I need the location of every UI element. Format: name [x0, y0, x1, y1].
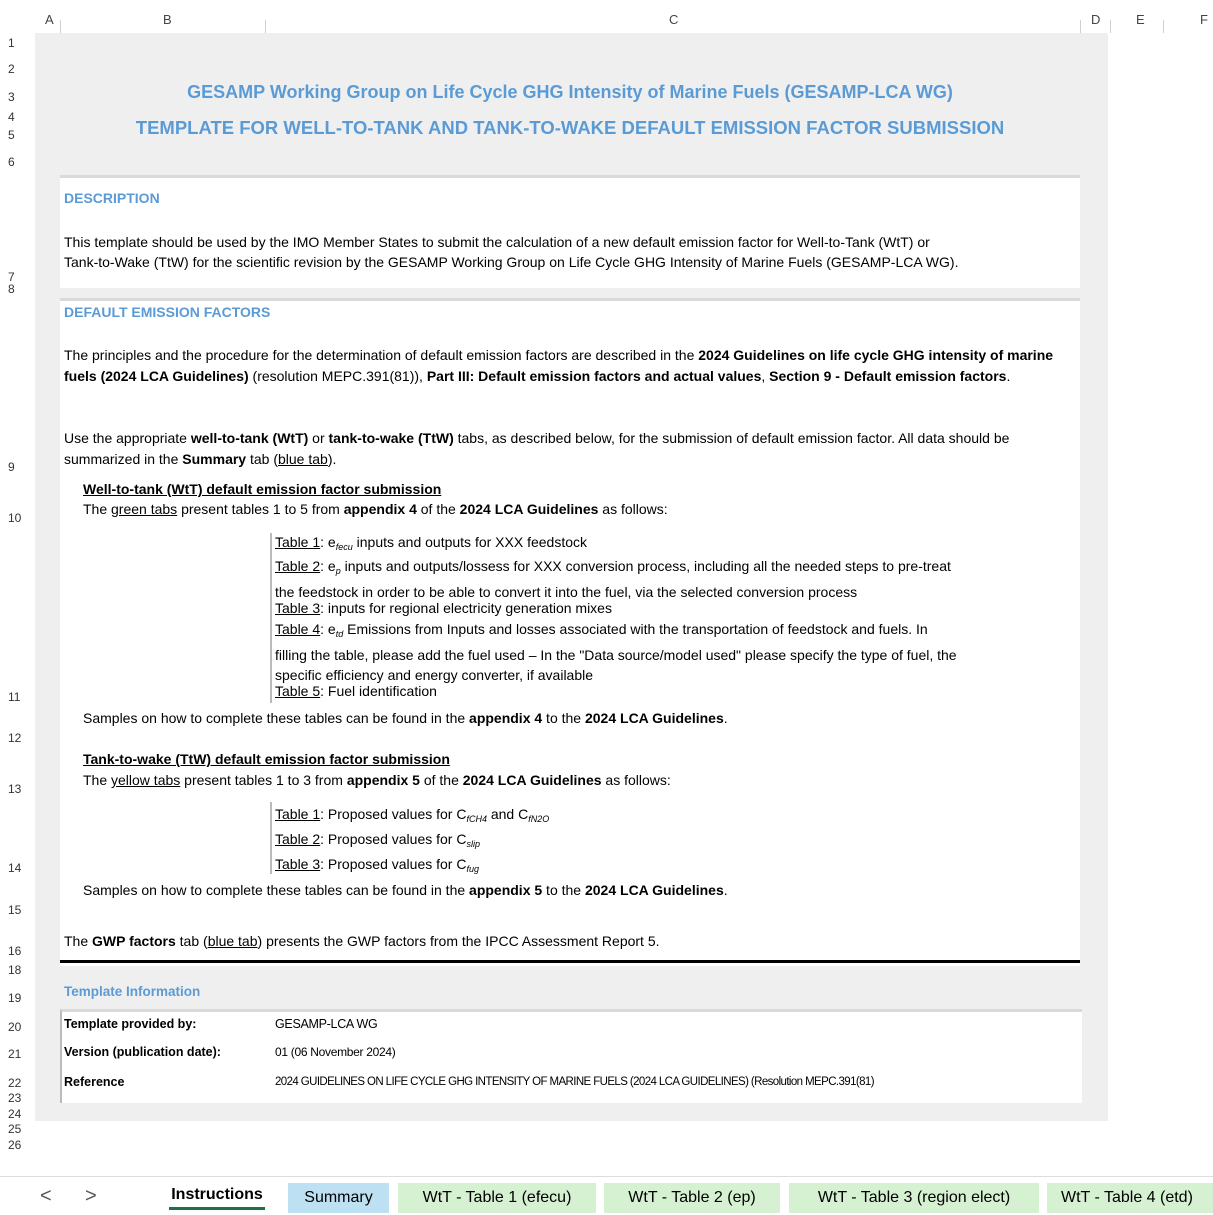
- version-label: Version (publication date):: [64, 1045, 221, 1059]
- row-number[interactable]: 11: [8, 690, 20, 704]
- template-info-header: Template Information: [64, 984, 201, 999]
- row-number[interactable]: 10: [8, 511, 21, 525]
- wtt-intro: The green tabs present tables 1 to 5 fro…: [83, 501, 668, 517]
- row-number[interactable]: 5: [8, 128, 15, 142]
- row-number[interactable]: 20: [8, 1020, 21, 1034]
- ttw-table1-item: Table 1: Proposed values for CfCH4 and C…: [275, 806, 550, 824]
- row-number[interactable]: 23: [8, 1091, 21, 1105]
- row-number[interactable]: 19: [8, 991, 21, 1005]
- chevron-right-icon[interactable]: >: [85, 1185, 97, 1208]
- tab-instructions[interactable]: Instructions: [163, 1180, 271, 1210]
- template-title-line1: GESAMP Working Group on Life Cycle GHG I…: [187, 82, 953, 102]
- row-number[interactable]: 6: [8, 155, 15, 169]
- row-number[interactable]: 14: [8, 861, 21, 875]
- active-tab-indicator: [169, 1207, 265, 1210]
- tab-wtt-table3[interactable]: WtT - Table 3 (region elect): [789, 1183, 1039, 1213]
- tab-label: WtT - Table 3 (region elect): [817, 1189, 1011, 1206]
- row-number[interactable]: 15: [8, 903, 21, 917]
- tab-summary[interactable]: Summary: [288, 1183, 389, 1213]
- wtt-table3-item: Table 3: inputs for regional electricity…: [275, 600, 612, 616]
- column-header-e[interactable]: E: [1136, 12, 1145, 27]
- default-emission-factors-header: DEFAULT EMISSION FACTORS: [64, 304, 271, 320]
- row-number[interactable]: 13: [8, 782, 21, 796]
- row-number[interactable]: 24: [8, 1107, 21, 1121]
- row-number[interactable]: 8: [8, 282, 15, 296]
- section-divider: [60, 960, 1080, 963]
- chevron-left-icon[interactable]: <: [40, 1185, 52, 1208]
- ttw-table-list-bar: [270, 802, 272, 874]
- wtt-table4-item: Table 4: etd Emissions from Inputs and l…: [275, 621, 957, 683]
- row-number[interactable]: 21: [8, 1047, 21, 1061]
- row-number[interactable]: 22: [8, 1076, 21, 1090]
- column-header-f[interactable]: F: [1200, 12, 1208, 27]
- tab-label: WtT - Table 4 (etd): [1061, 1189, 1193, 1206]
- row-number[interactable]: 4: [8, 110, 15, 124]
- wtt-table1-item: Table 1: efecu inputs and outputs for XX…: [275, 534, 588, 552]
- wtt-table2-item: Table 2: ep inputs and outputs/lossess f…: [275, 558, 951, 600]
- version-value[interactable]: 01 (06 November 2024): [275, 1045, 396, 1059]
- tab-wtt-table1[interactable]: WtT - Table 1 (efecu): [398, 1183, 596, 1213]
- ttw-samples-note: Samples on how to complete these tables …: [83, 882, 728, 898]
- row-number[interactable]: 25: [8, 1122, 21, 1136]
- description-text: This template should be used by the IMO …: [64, 232, 1074, 272]
- column-header-d[interactable]: D: [1091, 12, 1100, 27]
- wtt-table5-item: Table 5: Fuel identification: [275, 683, 437, 699]
- column-header-c[interactable]: C: [669, 12, 678, 27]
- reference-label: Reference: [64, 1075, 125, 1089]
- tab-label: Summary: [304, 1189, 373, 1206]
- column-header-a[interactable]: A: [45, 12, 54, 27]
- column-header-b[interactable]: B: [163, 12, 172, 27]
- ttw-table3-item: Table 3: Proposed values for Cfug: [275, 856, 479, 874]
- template-provider-value[interactable]: GESAMP-LCA WG: [275, 1017, 378, 1031]
- tab-wtt-table4[interactable]: WtT - Table 4 (etd): [1047, 1183, 1213, 1213]
- row-number[interactable]: 1: [8, 36, 15, 50]
- ttw-heading: Tank-to-wake (TtW) default emission fact…: [83, 751, 450, 767]
- wtt-table-list-bar: [270, 533, 272, 703]
- row-number[interactable]: 18: [8, 963, 21, 977]
- tab-wtt-table2[interactable]: WtT - Table 2 (ep): [604, 1183, 780, 1213]
- description-header: DESCRIPTION: [64, 190, 160, 206]
- description-line2: Tank-to-Wake (TtW) for the scientific re…: [64, 254, 959, 270]
- wtt-heading: Well-to-tank (WtT) default emission fact…: [83, 481, 442, 497]
- row-number[interactable]: 9: [8, 460, 15, 474]
- row-number[interactable]: 26: [8, 1138, 21, 1152]
- ttw-intro: The yellow tabs present tables 1 to 3 fr…: [83, 772, 671, 788]
- column-header-bar: A B C D E F: [0, 0, 1213, 33]
- tab-label: WtT - Table 2 (ep): [628, 1189, 756, 1206]
- tab-label: WtT - Table 1 (efecu): [422, 1189, 572, 1206]
- usage-paragraph: Use the appropriate well-to-tank (WtT) o…: [64, 430, 1010, 467]
- description-line1: This template should be used by the IMO …: [64, 234, 930, 250]
- row-number[interactable]: 12: [8, 731, 21, 745]
- gwp-note: The GWP factors tab (blue tab) presents …: [64, 933, 660, 949]
- row-number[interactable]: 3: [8, 90, 15, 104]
- template-provider-label: Template provided by:: [64, 1017, 197, 1031]
- ttw-table2-item: Table 2: Proposed values for Cslip: [275, 831, 480, 849]
- reference-value[interactable]: 2024 GUIDELINES ON LIFE CYCLE GHG INTENS…: [275, 1076, 875, 1088]
- row-number[interactable]: 2: [8, 62, 15, 76]
- wtt-samples-note: Samples on how to complete these tables …: [83, 710, 728, 726]
- tab-label: Instructions: [171, 1186, 263, 1203]
- principles-paragraph: The principles and the procedure for the…: [64, 347, 1054, 384]
- template-title-line2: TEMPLATE FOR WELL-TO-TANK AND TANK-TO-WA…: [135, 117, 1005, 138]
- row-number[interactable]: 16: [8, 944, 21, 958]
